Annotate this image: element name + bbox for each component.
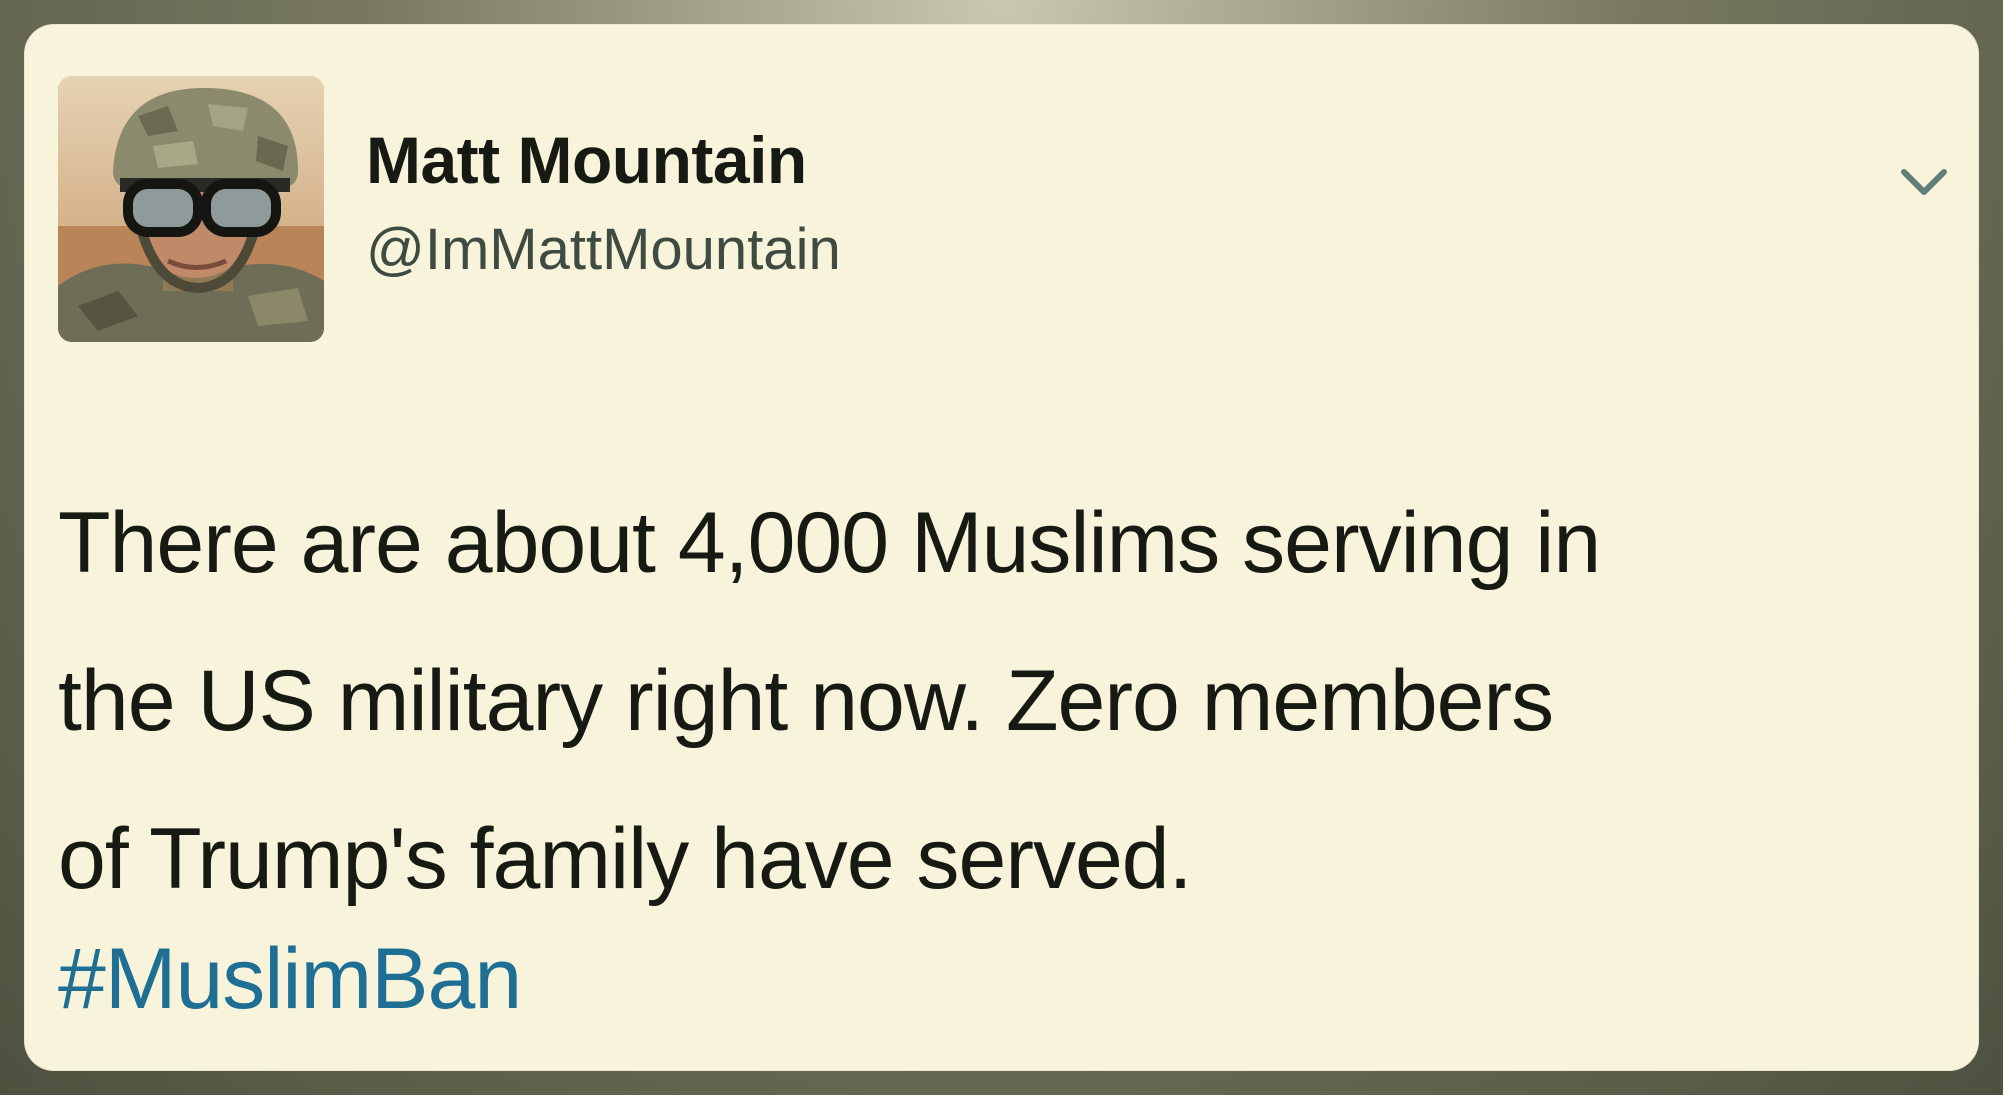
- avatar-image: [58, 76, 324, 342]
- author-handle[interactable]: @ImMattMountain: [366, 216, 841, 283]
- author-name[interactable]: Matt Mountain: [366, 122, 807, 198]
- tweet-text: There are about 4,000 Muslims serving in…: [58, 464, 1958, 938]
- author-avatar[interactable]: [58, 76, 324, 342]
- hashtag-link[interactable]: #MuslimBan: [58, 930, 522, 1029]
- tweet-card: Matt Mountain @ImMattMountain There are …: [24, 24, 1979, 1071]
- screenshot-frame: Matt Mountain @ImMattMountain There are …: [0, 0, 2003, 1095]
- tweet-text-line: of Trump's family have served.: [58, 811, 1193, 907]
- tweet-text-line: There are about 4,000 Muslims serving in: [58, 495, 1601, 591]
- chevron-down-icon[interactable]: [1894, 152, 1954, 212]
- tweet-text-line: the US military right now. Zero members: [58, 653, 1554, 749]
